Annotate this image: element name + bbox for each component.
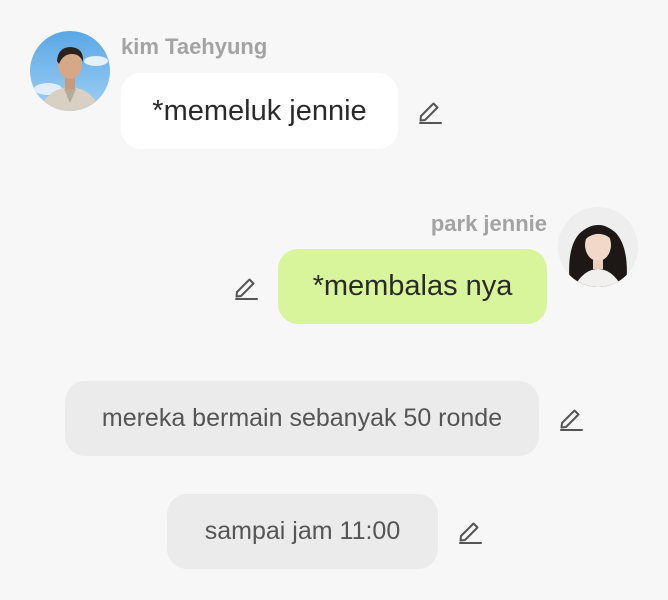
message-bubble[interactable]: *membalas nya [278, 249, 547, 324]
pencil-icon[interactable] [415, 96, 445, 126]
narration-text: mereka bermain sebanyak 50 ronde [101, 404, 503, 432]
pencil-icon[interactable] [231, 272, 261, 302]
sender-name: park jennie [430, 211, 547, 236]
narration-text: sampai jam 11:00 [204, 517, 401, 545]
narration-bubble[interactable]: mereka bermain sebanyak 50 ronde [65, 381, 539, 456]
avatar-icon [558, 207, 638, 287]
message-bubble[interactable]: *memeluk jennie [121, 73, 398, 149]
pencil-icon[interactable] [556, 403, 586, 433]
sender-name: kim Taehyung [121, 34, 268, 59]
avatar-icon [30, 31, 110, 111]
avatar-park-jennie[interactable] [558, 207, 638, 287]
message-text: *membalas nya [312, 270, 513, 302]
message-text: *memeluk jennie [152, 94, 367, 127]
pencil-icon[interactable] [455, 516, 485, 546]
avatar-kim-taehyung[interactable] [30, 31, 110, 111]
narration-bubble[interactable]: sampai jam 11:00 [167, 494, 438, 569]
